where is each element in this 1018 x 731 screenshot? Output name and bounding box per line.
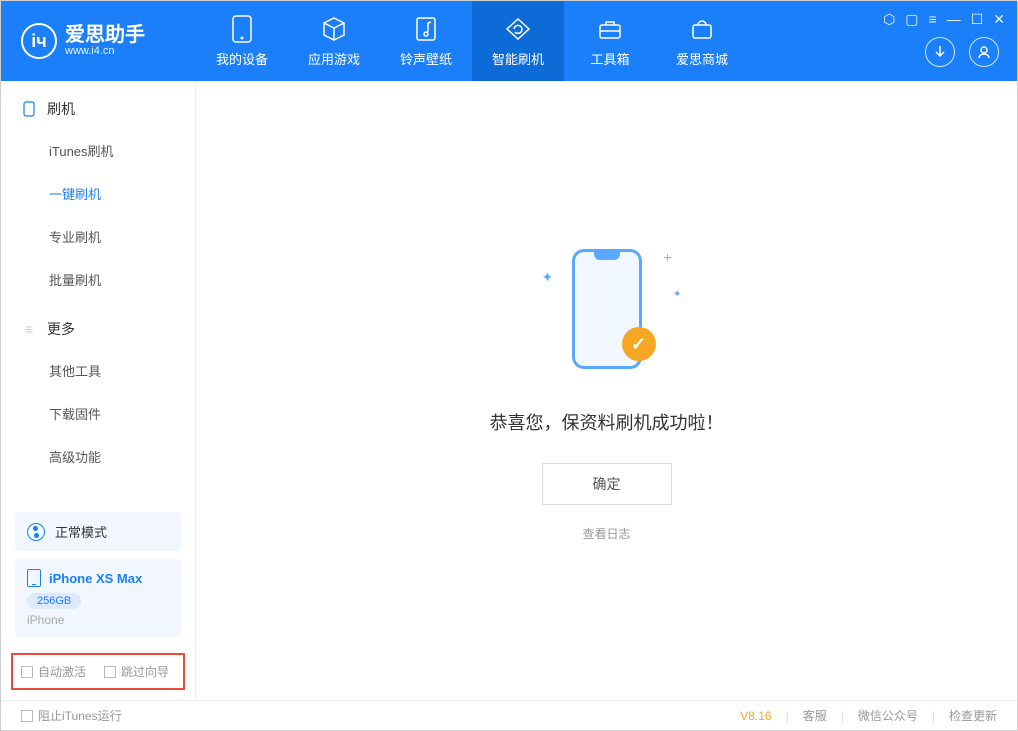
sidebar-item-batch-flash[interactable]: 批量刷机 (1, 258, 195, 301)
feedback-icon[interactable]: ▢ (905, 11, 918, 28)
sparkle-icon: ✦ (542, 269, 554, 286)
confirm-button[interactable]: 确定 (542, 463, 672, 505)
footer: 阻止iTunes运行 V8.16 | 客服 | 微信公众号 | 检查更新 (1, 700, 1017, 730)
mode-icon (27, 523, 45, 541)
nav-tab-toolbox[interactable]: 工具箱 (564, 1, 656, 81)
shirt-icon[interactable]: ⬡ (883, 11, 895, 28)
sparkle-icon: + (663, 249, 671, 265)
footer-link-update[interactable]: 检查更新 (949, 707, 997, 724)
highlighted-options: 自动激活 跳过向导 (11, 653, 185, 690)
sidebar-item-oneclick-flash[interactable]: 一键刷机 (1, 172, 195, 215)
skip-guide-checkbox[interactable]: 跳过向导 (104, 663, 169, 680)
main-content: ✦ + ✦ ✓ 恭喜您，保资料刷机成功啦！ 确定 查看日志 (196, 81, 1017, 700)
version-label: V8.16 (740, 709, 771, 723)
footer-link-wechat[interactable]: 微信公众号 (858, 707, 918, 724)
device-icon (228, 15, 256, 43)
refresh-icon (504, 15, 532, 43)
sidebar-item-advanced[interactable]: 高级功能 (1, 435, 195, 478)
nav-tab-ringtone[interactable]: 铃声壁纸 (380, 1, 472, 81)
success-message: 恭喜您，保资料刷机成功啦！ (490, 409, 724, 435)
music-icon (412, 15, 440, 43)
success-illustration: ✦ + ✦ ✓ (562, 239, 652, 379)
sidebar-section-flash: 刷机 (1, 81, 195, 129)
minimize-button[interactable]: — (947, 11, 961, 28)
nav-tab-device[interactable]: 我的设备 (196, 1, 288, 81)
phone-icon (21, 101, 37, 117)
mode-card[interactable]: 正常模式 (15, 512, 181, 551)
maximize-button[interactable]: ☐ (971, 11, 984, 28)
toolbox-icon (596, 15, 624, 43)
device-card[interactable]: iPhone XS Max 256GB iPhone (15, 559, 181, 637)
sparkle-icon: ✦ (673, 289, 681, 300)
auto-activate-checkbox[interactable]: 自动激活 (21, 663, 86, 680)
list-icon: ≡ (21, 321, 37, 337)
download-button[interactable] (925, 37, 955, 67)
sidebar-section-more: ≡ 更多 (1, 301, 195, 349)
nav-tabs: 我的设备 应用游戏 铃声壁纸 智能刷机 工具箱 爱思商城 (196, 1, 748, 81)
view-log-link[interactable]: 查看日志 (582, 525, 630, 542)
nav-tab-flash[interactable]: 智能刷机 (472, 1, 564, 81)
sidebar-item-other-tools[interactable]: 其他工具 (1, 349, 195, 392)
footer-link-support[interactable]: 客服 (803, 707, 827, 724)
sidebar: 刷机 iTunes刷机 一键刷机 专业刷机 批量刷机 ≡ 更多 其他工具 下载固… (1, 81, 196, 700)
sidebar-item-itunes-flash[interactable]: iTunes刷机 (1, 129, 195, 172)
storage-badge: 256GB (27, 593, 81, 609)
block-itunes-checkbox[interactable]: 阻止iTunes运行 (21, 707, 122, 724)
menu-icon[interactable]: ≡ (929, 11, 937, 28)
nav-tab-apps[interactable]: 应用游戏 (288, 1, 380, 81)
app-name: 爱思助手 (65, 25, 145, 45)
close-button[interactable]: ✕ (993, 11, 1005, 28)
sidebar-item-download-firmware[interactable]: 下载固件 (1, 392, 195, 435)
cube-icon (320, 15, 348, 43)
device-phone-icon (27, 569, 41, 587)
app-url: www.i4.cn (65, 45, 145, 57)
app-header: iч 爱思助手 www.i4.cn 我的设备 应用游戏 铃声壁纸 智能刷机 工具… (1, 1, 1017, 81)
sidebar-item-pro-flash[interactable]: 专业刷机 (1, 215, 195, 258)
app-logo-icon: iч (21, 23, 57, 59)
window-controls: ⬡ ▢ ≡ — ☐ ✕ (883, 11, 1005, 28)
nav-tab-shop[interactable]: 爱思商城 (656, 1, 748, 81)
user-button[interactable] (969, 37, 999, 67)
check-icon: ✓ (622, 327, 656, 361)
shop-icon (688, 15, 716, 43)
logo-area: iч 爱思助手 www.i4.cn (1, 23, 196, 59)
